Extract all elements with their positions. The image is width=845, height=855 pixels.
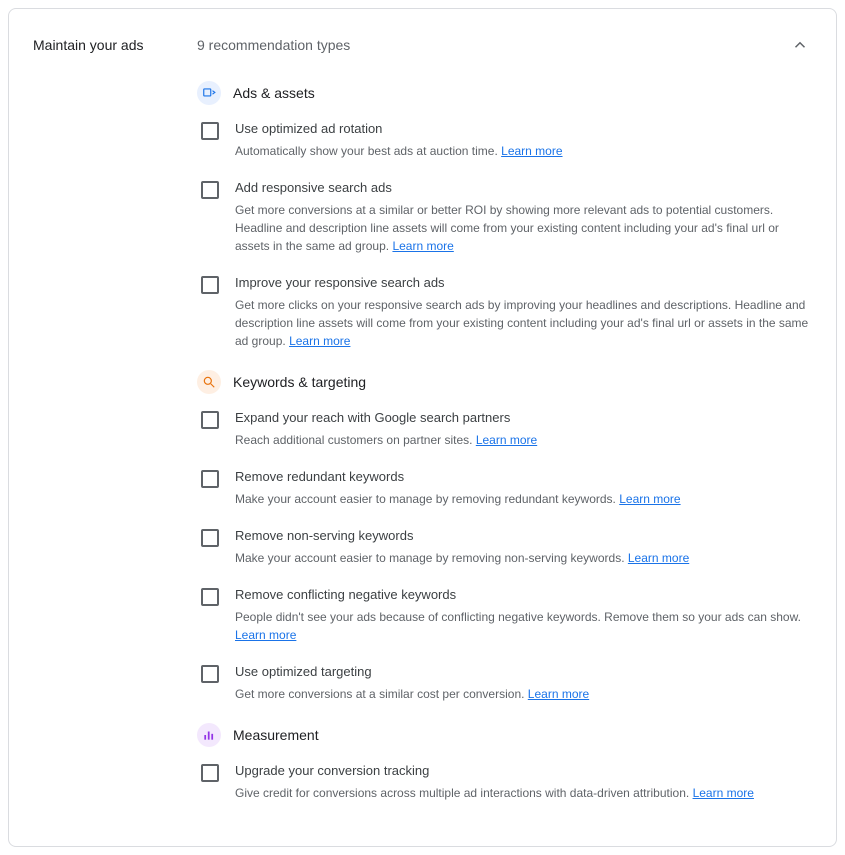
ads-assets-icon: [202, 86, 216, 100]
header-left: Maintain your ads: [33, 37, 197, 53]
item-description: Reach additional customers on partner si…: [235, 431, 812, 449]
item-content: Remove non-serving keywords Make your acc…: [235, 528, 812, 567]
item-content: Upgrade your conversion tracking Give cre…: [235, 763, 812, 802]
section-header-measurement: Measurement: [197, 723, 812, 747]
item-description-text: Make your account easier to manage by re…: [235, 551, 625, 565]
item-content: Add responsive search ads Get more conver…: [235, 180, 812, 255]
item-description-text: Make your account easier to manage by re…: [235, 492, 616, 506]
recommendation-item-optimized-targeting: Use optimized targeting Get more conversi…: [197, 664, 812, 703]
chevron-up-icon: [791, 36, 809, 54]
learn-more-link[interactable]: Learn more: [528, 687, 589, 701]
item-description: Get more conversions at a similar cost p…: [235, 685, 812, 703]
item-title: Expand your reach with Google search par…: [235, 410, 812, 425]
checkbox-remove-conflicting-negative[interactable]: [201, 588, 219, 606]
item-description: Make your account easier to manage by re…: [235, 490, 812, 508]
checkbox-add-responsive-search-ads[interactable]: [201, 181, 219, 199]
checkbox-improve-responsive-search-ads[interactable]: [201, 276, 219, 294]
item-title: Upgrade your conversion tracking: [235, 763, 812, 778]
item-title: Use optimized ad rotation: [235, 121, 812, 136]
item-description: Get more conversions at a similar or bet…: [235, 201, 812, 255]
item-content: Remove conflicting negative keywords Peop…: [235, 587, 812, 644]
item-title: Use optimized targeting: [235, 664, 812, 679]
recommendation-item-expand-search-partners: Expand your reach with Google search par…: [197, 410, 812, 449]
recommendation-item-add-responsive-search-ads: Add responsive search ads Get more conver…: [197, 180, 812, 255]
item-title: Remove redundant keywords: [235, 469, 812, 484]
recommendation-item-upgrade-conversion-tracking: Upgrade your conversion tracking Give cre…: [197, 763, 812, 802]
item-content: Expand your reach with Google search par…: [235, 410, 812, 449]
checkbox-remove-non-serving-keywords[interactable]: [201, 529, 219, 547]
item-description-text: Reach additional customers on partner si…: [235, 433, 472, 447]
item-description-text: Get more conversions at a similar or bet…: [235, 203, 779, 253]
item-content: Use optimized ad rotation Automatically s…: [235, 121, 812, 160]
section-title: Keywords & targeting: [233, 374, 366, 390]
recommendation-item-remove-conflicting-negative: Remove conflicting negative keywords Peop…: [197, 587, 812, 644]
section-header-keywords-targeting: Keywords & targeting: [197, 370, 812, 394]
section-header-ads-assets: Ads & assets: [197, 81, 812, 105]
item-description: People didn't see your ads because of co…: [235, 608, 812, 644]
item-description: Get more clicks on your responsive searc…: [235, 296, 812, 350]
item-description-text: Automatically show your best ads at auct…: [235, 144, 498, 158]
chart-icon: [202, 728, 216, 742]
recommendation-item-improve-responsive-search-ads: Improve your responsive search ads Get mo…: [197, 275, 812, 350]
item-description-text: Get more conversions at a similar cost p…: [235, 687, 524, 701]
item-description-text: Give credit for conversions across multi…: [235, 786, 689, 800]
item-title: Improve your responsive search ads: [235, 275, 812, 290]
learn-more-link[interactable]: Learn more: [693, 786, 754, 800]
content-area: Ads & assets Use optimized ad rotation Aut…: [197, 81, 812, 802]
checkbox-upgrade-conversion-tracking[interactable]: [201, 764, 219, 782]
item-description: Give credit for conversions across multi…: [235, 784, 812, 802]
learn-more-link[interactable]: Learn more: [476, 433, 537, 447]
search-icon: [202, 375, 216, 389]
item-content: Use optimized targeting Get more conversi…: [235, 664, 812, 703]
item-content: Remove redundant keywords Make your accou…: [235, 469, 812, 508]
item-title: Remove non-serving keywords: [235, 528, 812, 543]
section-title: Ads & assets: [233, 85, 315, 101]
item-description: Automatically show your best ads at auct…: [235, 142, 812, 160]
learn-more-link[interactable]: Learn more: [392, 239, 453, 253]
card-header: Maintain your ads 9 recommendation types: [33, 25, 812, 73]
recommendation-item-remove-redundant-keywords: Remove redundant keywords Make your accou…: [197, 469, 812, 508]
recommendation-item-optimized-ad-rotation: Use optimized ad rotation Automatically s…: [197, 121, 812, 160]
learn-more-link[interactable]: Learn more: [235, 628, 296, 642]
item-title: Remove conflicting negative keywords: [235, 587, 812, 602]
item-description-text: People didn't see your ads because of co…: [235, 610, 801, 624]
learn-more-link[interactable]: Learn more: [619, 492, 680, 506]
learn-more-link[interactable]: Learn more: [628, 551, 689, 565]
section-icon: [197, 723, 221, 747]
item-title: Add responsive search ads: [235, 180, 812, 195]
learn-more-link[interactable]: Learn more: [501, 144, 562, 158]
header-title: Maintain your ads: [33, 37, 144, 53]
item-description: Make your account easier to manage by re…: [235, 549, 812, 567]
checkbox-optimized-targeting[interactable]: [201, 665, 219, 683]
item-content: Improve your responsive search ads Get mo…: [235, 275, 812, 350]
checkbox-expand-search-partners[interactable]: [201, 411, 219, 429]
checkbox-remove-redundant-keywords[interactable]: [201, 470, 219, 488]
learn-more-link[interactable]: Learn more: [289, 334, 350, 348]
recommendation-item-remove-non-serving-keywords: Remove non-serving keywords Make your acc…: [197, 528, 812, 567]
section-icon: [197, 370, 221, 394]
header-subtitle: 9 recommendation types: [197, 37, 788, 53]
recommendations-card: Maintain your ads 9 recommendation types…: [8, 8, 837, 847]
section-title: Measurement: [233, 727, 319, 743]
collapse-button[interactable]: [788, 33, 812, 57]
section-icon: [197, 81, 221, 105]
checkbox-optimized-ad-rotation[interactable]: [201, 122, 219, 140]
